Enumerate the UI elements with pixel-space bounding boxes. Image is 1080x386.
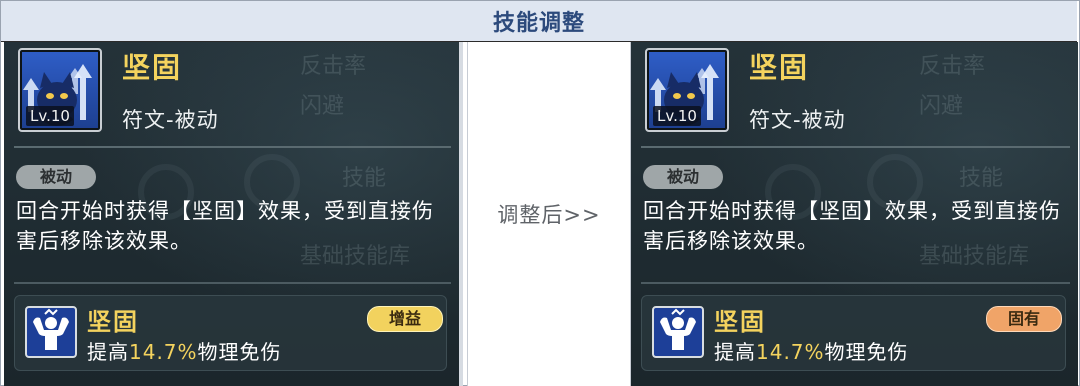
- divider: [14, 146, 451, 148]
- skill-level-badge: Lv.10: [653, 106, 701, 126]
- passive-tag: 被动: [16, 165, 96, 189]
- ghost-text-skill: 技能: [959, 166, 1004, 191]
- buff-desc-value: 14.7%: [756, 340, 825, 364]
- separator-left: [459, 42, 463, 386]
- ghost-text-counter-rate: 反击率: [300, 54, 367, 79]
- divider: [641, 146, 1070, 148]
- page-title: 技能调整: [492, 11, 585, 36]
- buff-tag: 增益: [367, 306, 443, 332]
- muscle-man-icon: [33, 308, 69, 350]
- buff-desc-prefix: 提高: [87, 340, 129, 364]
- buff-description: 提高14.7%物理免伤: [714, 336, 909, 365]
- muscle-man-icon: [660, 308, 696, 350]
- skill-level-badge: Lv.10: [26, 106, 74, 126]
- buff-icon: [652, 306, 704, 358]
- ghost-text-dodge: 闪避: [300, 94, 345, 119]
- skill-panel-before: 反击率 闪避 技能 基础技能库 Lv.10 坚固 符文-被动 被动 回合开始时获…: [4, 42, 459, 386]
- skill-icon[interactable]: Lv.10: [18, 48, 102, 132]
- ghost-text-dodge: 闪避: [919, 94, 964, 119]
- buff-name: 坚固: [87, 308, 139, 336]
- skill-description: 回合开始时获得【坚固】效果，受到直接伤害后移除该效果。: [16, 199, 434, 253]
- divider: [641, 282, 1070, 284]
- buff-desc-value: 14.7%: [129, 340, 198, 364]
- buff-desc-suffix: 物理免伤: [824, 340, 909, 364]
- skill-icon[interactable]: Lv.10: [645, 48, 729, 132]
- adjusted-label: 调整后>>: [497, 203, 601, 227]
- buff-card[interactable]: 坚固 提高14.7%物理免伤 增益: [14, 295, 447, 371]
- ghost-text-counter-rate: 反击率: [919, 54, 986, 79]
- skill-type: 符文-被动: [122, 108, 219, 132]
- ghost-text-skill: 技能: [342, 166, 387, 191]
- title-bar: 技能调整: [1, 1, 1077, 42]
- adjustment-arrow-column: 调整后>>: [467, 42, 631, 386]
- buff-desc-prefix: 提高: [714, 340, 756, 364]
- buff-icon: [25, 306, 77, 358]
- skill-name: 坚固: [749, 51, 810, 84]
- skill-type: 符文-被动: [749, 108, 846, 132]
- passive-tag: 被动: [643, 165, 723, 189]
- skill-description: 回合开始时获得【坚固】效果，受到直接伤害后移除该效果。: [643, 199, 1061, 253]
- buff-tag: 固有: [986, 306, 1062, 332]
- skill-panel-after: 反击率 闪避 技能 基础技能库 Lv.10 坚固 符文-被动 被动 回合开始时获…: [631, 42, 1078, 386]
- buff-description: 提高14.7%物理免伤: [87, 336, 282, 365]
- buff-card[interactable]: 坚固 提高14.7%物理免伤 固有: [641, 295, 1066, 371]
- divider: [14, 282, 451, 284]
- skill-name: 坚固: [122, 51, 183, 84]
- buff-desc-suffix: 物理免伤: [197, 340, 282, 364]
- buff-name: 坚固: [714, 308, 766, 336]
